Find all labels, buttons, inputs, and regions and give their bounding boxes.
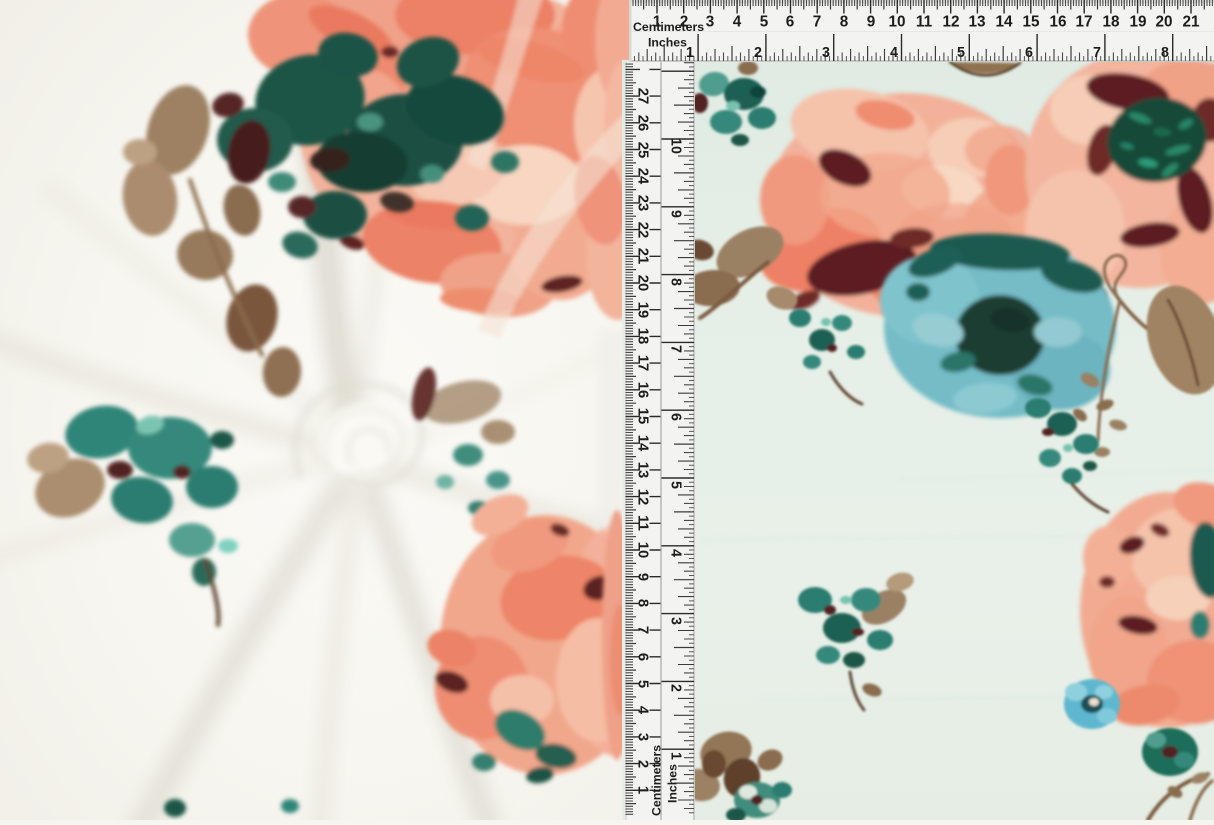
svg-text:4: 4 [668, 549, 684, 557]
svg-text:27: 27 [635, 88, 651, 104]
svg-text:6: 6 [668, 413, 684, 421]
svg-text:Inches: Inches [666, 764, 680, 803]
svg-text:5: 5 [957, 45, 965, 61]
svg-text:18: 18 [1102, 14, 1120, 31]
svg-text:21: 21 [635, 248, 651, 264]
svg-text:10: 10 [635, 542, 651, 558]
svg-text:24: 24 [635, 168, 651, 185]
svg-text:4: 4 [733, 14, 742, 31]
svg-text:Centimeters: Centimeters [650, 745, 664, 816]
svg-text:6: 6 [635, 653, 651, 661]
svg-text:9: 9 [867, 14, 876, 31]
svg-text:12: 12 [635, 489, 651, 505]
svg-text:7: 7 [813, 14, 822, 31]
svg-text:15: 15 [1022, 14, 1040, 31]
svg-text:3: 3 [706, 14, 715, 31]
svg-text:1: 1 [668, 752, 684, 760]
svg-text:20: 20 [635, 275, 651, 291]
svg-text:15: 15 [635, 408, 651, 424]
svg-text:Centimeters: Centimeters [633, 20, 704, 34]
svg-text:9: 9 [635, 573, 651, 581]
svg-text:23: 23 [635, 195, 651, 211]
svg-text:16: 16 [1049, 14, 1066, 31]
svg-text:5: 5 [668, 481, 684, 489]
svg-text:10: 10 [888, 14, 905, 31]
svg-text:4: 4 [635, 706, 651, 715]
svg-text:6: 6 [786, 14, 795, 31]
svg-text:19: 19 [635, 302, 651, 318]
svg-text:5: 5 [760, 14, 769, 31]
svg-text:8: 8 [635, 599, 651, 607]
svg-text:11: 11 [916, 14, 933, 31]
svg-text:3: 3 [668, 617, 684, 625]
svg-text:4: 4 [890, 45, 898, 61]
svg-text:2: 2 [754, 45, 762, 61]
svg-text:11: 11 [635, 515, 651, 531]
svg-text:Inches: Inches [648, 36, 687, 50]
svg-text:17: 17 [1075, 14, 1092, 31]
svg-text:8: 8 [1161, 45, 1169, 61]
svg-text:22: 22 [635, 222, 651, 238]
svg-text:9: 9 [668, 210, 684, 218]
svg-text:16: 16 [635, 382, 651, 398]
svg-text:14: 14 [995, 14, 1013, 31]
svg-text:1: 1 [686, 45, 694, 61]
svg-text:7: 7 [668, 345, 684, 353]
svg-text:26: 26 [635, 115, 651, 131]
svg-text:12: 12 [942, 14, 959, 31]
svg-text:2: 2 [635, 760, 651, 768]
svg-text:2: 2 [668, 684, 684, 692]
svg-text:20: 20 [1155, 14, 1172, 31]
svg-text:3: 3 [635, 733, 651, 741]
svg-text:8: 8 [668, 278, 684, 286]
svg-text:19: 19 [1129, 14, 1146, 31]
svg-text:6: 6 [1025, 45, 1033, 61]
svg-text:1: 1 [635, 786, 651, 794]
svg-text:7: 7 [1093, 45, 1101, 61]
svg-text:25: 25 [635, 142, 651, 158]
svg-text:8: 8 [840, 14, 849, 31]
svg-text:14: 14 [635, 435, 651, 452]
svg-text:10: 10 [668, 138, 684, 154]
svg-text:17: 17 [635, 355, 651, 371]
svg-text:13: 13 [635, 462, 651, 478]
svg-text:7: 7 [635, 626, 651, 634]
svg-text:13: 13 [968, 14, 985, 31]
svg-text:5: 5 [635, 680, 651, 688]
svg-text:21: 21 [1182, 14, 1200, 31]
svg-text:3: 3 [822, 45, 830, 61]
svg-text:18: 18 [635, 328, 651, 344]
